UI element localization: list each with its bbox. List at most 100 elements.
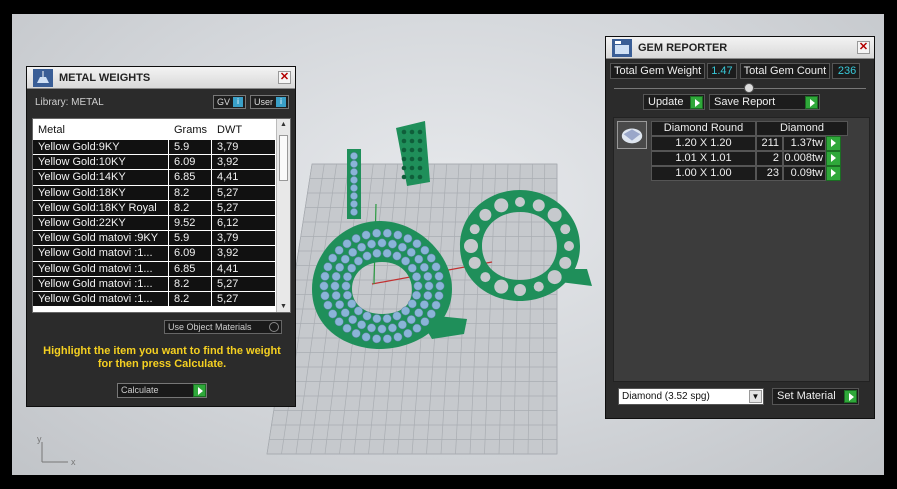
play-arrow-icon[interactable] bbox=[826, 151, 841, 166]
axis-x-label: x bbox=[71, 457, 76, 466]
dwt-cell: 3,92 bbox=[212, 246, 276, 261]
table-row[interactable]: Yellow Gold:10KY 6.09 3,92 bbox=[33, 155, 290, 171]
gem-row[interactable]: 1.20 X 1.20 211 1.37tw bbox=[651, 136, 853, 151]
instruction-text: Highlight the item you want to find the … bbox=[43, 345, 281, 370]
total-gem-weight-value: 1.47 bbox=[707, 63, 737, 79]
table-row[interactable]: Yellow Gold:9KY 5.9 3,79 bbox=[33, 140, 290, 156]
user-toggle[interactable]: User i bbox=[249, 95, 289, 109]
use-object-materials-toggle[interactable]: Use Object Materials bbox=[164, 320, 282, 334]
play-arrow-icon[interactable] bbox=[826, 136, 841, 151]
play-arrow-icon bbox=[690, 96, 703, 109]
gem-table-header: Diamond Round Diamond bbox=[651, 121, 853, 136]
diamond-icon[interactable] bbox=[617, 121, 647, 149]
dwt-cell: 5,27 bbox=[212, 200, 276, 215]
grams-cell: 6.09 bbox=[169, 246, 212, 261]
splitter-knob-icon[interactable] bbox=[744, 83, 754, 93]
grams-cell: 8.2 bbox=[169, 185, 212, 200]
grams-cell: 8.2 bbox=[169, 200, 212, 215]
metal-cell: Yellow Gold:18KY Royal bbox=[33, 200, 169, 215]
play-arrow-icon bbox=[844, 390, 857, 403]
grams-cell: 6.85 bbox=[169, 170, 212, 185]
metal-weights-title-bar[interactable]: METAL WEIGHTS ✕ bbox=[27, 67, 295, 89]
gem-weight-cell: 0.008tw bbox=[783, 151, 826, 166]
gem-reporter-title: GEM REPORTER bbox=[638, 41, 728, 54]
dwt-cell: 5,27 bbox=[212, 276, 276, 291]
gv-toggle[interactable]: GV i bbox=[212, 95, 246, 109]
table-row[interactable]: Yellow Gold matovi :1... 6.85 4,41 bbox=[33, 261, 290, 277]
gem-list-area: Diamond Round Diamond 1.20 X 1.20 211 1.37… bbox=[613, 117, 870, 382]
metal-cell: Yellow Gold:9KY bbox=[33, 140, 169, 155]
save-report-button[interactable]: Save Report bbox=[709, 94, 820, 110]
column-grams[interactable]: Grams bbox=[169, 124, 212, 136]
scroll-up-icon[interactable]: ▲ bbox=[280, 121, 287, 128]
dwt-cell: 3,79 bbox=[212, 140, 276, 155]
dwt-cell: 5,27 bbox=[212, 185, 276, 200]
table-row[interactable]: Yellow Gold:14KY 6.85 4,41 bbox=[33, 170, 290, 186]
scroll-down-icon[interactable]: ▼ bbox=[280, 303, 287, 310]
use-object-materials-label: Use Object Materials bbox=[168, 322, 252, 332]
gem-count-cell: 23 bbox=[756, 166, 783, 181]
metal-table[interactable]: Metal Grams DWT Yellow Gold:9KY 5.9 3,79 Ye… bbox=[32, 118, 291, 313]
gem-count-cell: 211 bbox=[756, 136, 783, 151]
table-scrollbar[interactable]: ▲ ▼ bbox=[276, 119, 290, 312]
total-gem-count-label: Total Gem Count bbox=[739, 63, 831, 79]
gem-row[interactable]: 1.00 X 1.00 23 0.09tw bbox=[651, 166, 853, 181]
metal-weights-title: METAL WEIGHTS bbox=[59, 71, 151, 84]
table-row[interactable]: Yellow Gold:22KY 9.52 6,12 bbox=[33, 215, 290, 232]
column-dwt[interactable]: DWT bbox=[212, 124, 276, 136]
set-material-button[interactable]: Set Material bbox=[772, 388, 859, 405]
total-gem-count-value: 236 bbox=[832, 63, 861, 79]
gv-toggle-label: GV bbox=[216, 97, 230, 107]
table-header: Metal Grams DWT bbox=[33, 119, 290, 140]
column-metal[interactable]: Metal bbox=[33, 124, 169, 136]
material-select-value: Diamond (3.52 spg) bbox=[622, 391, 710, 402]
dwt-cell: 3,92 bbox=[212, 155, 276, 170]
total-gem-weight-label: Total Gem Weight bbox=[610, 63, 706, 79]
gem-reporter-title-bar[interactable]: GEM REPORTER ✕ bbox=[606, 37, 874, 59]
play-arrow-icon[interactable] bbox=[826, 166, 841, 181]
close-icon[interactable]: ✕ bbox=[857, 41, 870, 54]
gem-size-cell: 1.01 X 1.01 bbox=[651, 151, 756, 166]
grams-cell: 5.9 bbox=[169, 140, 212, 155]
metal-cell: Yellow Gold matovi :1... bbox=[33, 276, 169, 291]
table-row[interactable]: Yellow Gold:18KY Royal 8.2 5,27 bbox=[33, 200, 290, 216]
scroll-thumb[interactable] bbox=[279, 135, 288, 181]
gem-count-cell: 2 bbox=[756, 151, 783, 166]
close-icon[interactable]: ✕ bbox=[278, 71, 291, 84]
library-label: Library: METAL bbox=[35, 96, 104, 108]
table-row[interactable]: Yellow Gold matovi :1... 8.2 5,27 bbox=[33, 276, 290, 292]
metal-cell: Yellow Gold matovi :1... bbox=[33, 261, 169, 276]
metal-cell: Yellow Gold matovi :1... bbox=[33, 291, 169, 307]
radio-icon bbox=[269, 322, 279, 332]
gem-weight-cell: 1.37tw bbox=[783, 136, 826, 151]
metal-cell: Yellow Gold:22KY bbox=[33, 215, 169, 231]
panel-splitter[interactable] bbox=[614, 82, 866, 94]
grams-cell: 5.9 bbox=[169, 231, 212, 246]
gem-size-cell: 1.00 X 1.00 bbox=[651, 166, 756, 181]
play-arrow-icon bbox=[805, 96, 818, 109]
grams-cell: 8.2 bbox=[169, 291, 212, 307]
column-shape: Diamond Round bbox=[651, 121, 756, 136]
grams-cell: 9.52 bbox=[169, 215, 212, 231]
material-select[interactable]: Diamond (3.52 spg) ▼ bbox=[618, 388, 764, 405]
table-row[interactable]: Yellow Gold matovi :9KY 5.9 3,79 bbox=[33, 231, 290, 247]
calculate-label: Calculate bbox=[121, 385, 159, 395]
calculate-button[interactable]: Calculate bbox=[117, 383, 207, 398]
gem-weight-cell: 0.09tw bbox=[783, 166, 826, 181]
metal-cell: Yellow Gold:14KY bbox=[33, 170, 169, 185]
dwt-cell: 6,12 bbox=[212, 215, 276, 231]
chevron-down-icon[interactable]: ▼ bbox=[749, 390, 762, 403]
metal-cell: Yellow Gold:18KY bbox=[33, 185, 169, 200]
update-button[interactable]: Update bbox=[643, 94, 705, 110]
table-row[interactable]: Yellow Gold matovi :1... 8.2 5,27 bbox=[33, 291, 290, 308]
save-report-label: Save Report bbox=[714, 96, 776, 108]
table-row[interactable]: Yellow Gold matovi :1... 6.09 3,92 bbox=[33, 246, 290, 262]
metal-cell: Yellow Gold matovi :1... bbox=[33, 246, 169, 261]
dwt-cell: 4,41 bbox=[212, 170, 276, 185]
set-material-label: Set Material bbox=[777, 390, 836, 402]
gem-row[interactable]: 1.01 X 1.01 2 0.008tw bbox=[651, 151, 853, 166]
gem-reporter-panel: GEM REPORTER ✕ Total Gem Weight 1.47 Tot… bbox=[605, 36, 875, 419]
dwt-cell: 4,41 bbox=[212, 261, 276, 276]
metal-weights-panel: METAL WEIGHTS ✕ Library: METAL GV i User i… bbox=[26, 66, 296, 407]
table-row[interactable]: Yellow Gold:18KY 8.2 5,27 bbox=[33, 185, 290, 201]
